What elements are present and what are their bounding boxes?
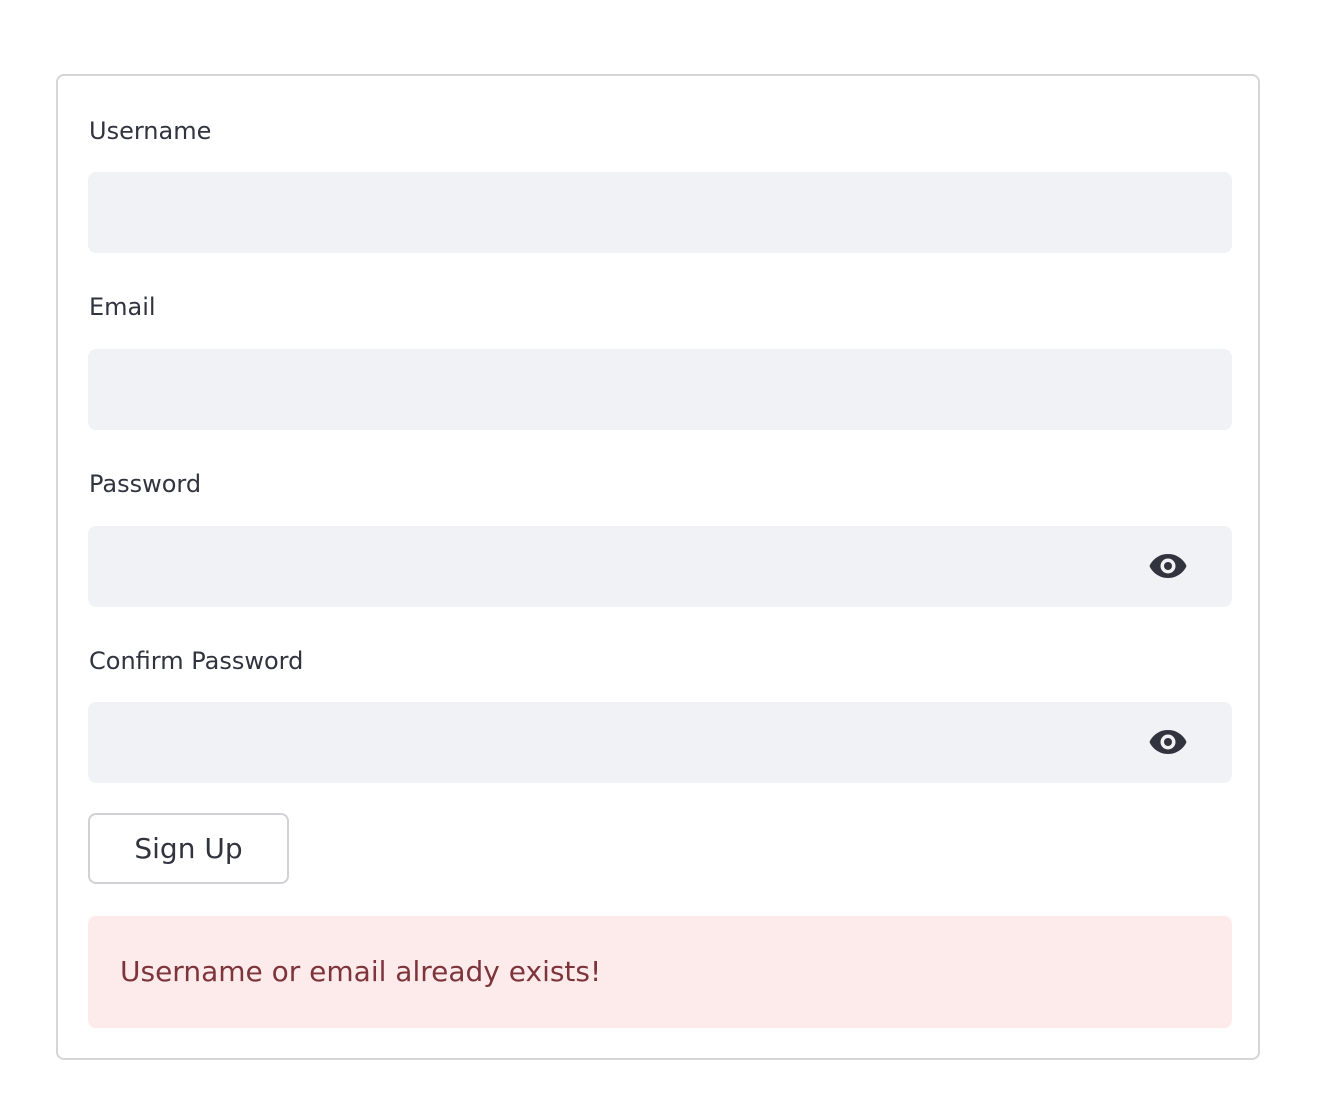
password-visibility-toggle[interactable] xyxy=(1146,550,1190,582)
password-label: Password xyxy=(89,470,202,498)
confirm-password-visibility-toggle[interactable] xyxy=(1146,726,1190,758)
password-field[interactable] xyxy=(88,526,1232,607)
username-label: Username xyxy=(89,117,212,145)
confirm-password-label: Confirm Password xyxy=(89,647,304,675)
error-message: Username or email already exists! xyxy=(120,955,602,988)
confirm-password-field[interactable] xyxy=(88,702,1232,783)
eye-icon xyxy=(1149,730,1187,754)
eye-icon xyxy=(1149,554,1187,578)
username-input[interactable] xyxy=(88,172,1232,253)
signup-form: Username Email Password Confirm Password… xyxy=(56,74,1260,1060)
email-input[interactable] xyxy=(88,349,1232,430)
sign-up-button[interactable]: Sign Up xyxy=(88,813,289,884)
error-alert: Username or email already exists! xyxy=(88,916,1232,1028)
email-label: Email xyxy=(89,293,156,321)
